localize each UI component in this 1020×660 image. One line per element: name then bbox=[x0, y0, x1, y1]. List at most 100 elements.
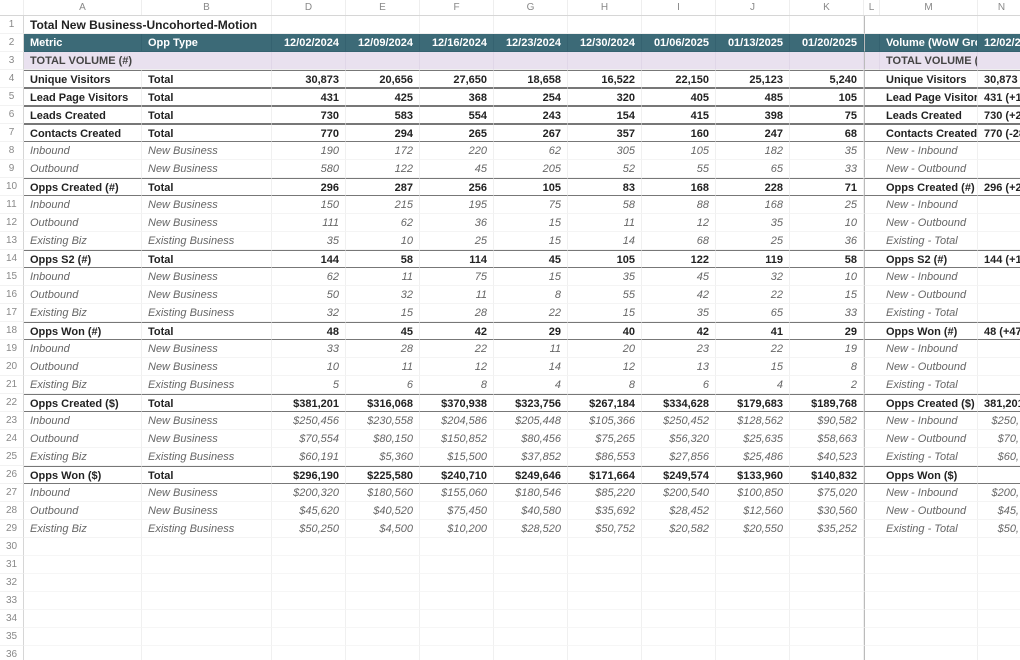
empty-cell[interactable] bbox=[978, 538, 1020, 556]
empty-cell[interactable] bbox=[346, 610, 420, 628]
value-cell[interactable]: 42 bbox=[642, 286, 716, 304]
value-cell[interactable]: $230,558 bbox=[346, 412, 420, 430]
value-cell[interactable]: $25,635 bbox=[716, 430, 790, 448]
metric-cell[interactable]: Existing Biz bbox=[24, 376, 142, 394]
value-cell[interactable]: $334,628 bbox=[642, 394, 716, 412]
right-metric-cell[interactable]: Opps S2 (#) bbox=[880, 250, 978, 268]
value-cell[interactable]: 12 bbox=[642, 214, 716, 232]
right-metric-cell[interactable]: New - Outbound bbox=[880, 430, 978, 448]
opp-type-cell[interactable]: Existing Business bbox=[142, 448, 272, 466]
value-cell[interactable]: 15 bbox=[716, 358, 790, 376]
value-cell[interactable]: $50,250 bbox=[272, 520, 346, 538]
value-cell[interactable]: 25,123 bbox=[716, 70, 790, 88]
value-cell[interactable]: 415 bbox=[642, 106, 716, 124]
metric-cell[interactable]: Contacts Created bbox=[24, 124, 142, 142]
grid-body[interactable]: Total New Business-Uncohorted-MotionMetr… bbox=[24, 16, 1020, 660]
col-header-a[interactable]: A bbox=[24, 0, 142, 15]
value-cell[interactable]: 15 bbox=[568, 304, 642, 322]
value-cell[interactable]: 35 bbox=[568, 268, 642, 286]
empty-cell[interactable] bbox=[790, 592, 864, 610]
value-cell[interactable]: 10 bbox=[790, 214, 864, 232]
row-header-35[interactable]: 35 bbox=[0, 628, 24, 646]
opp-type-cell[interactable]: New Business bbox=[142, 358, 272, 376]
value-cell[interactable]: $30,560 bbox=[790, 502, 864, 520]
value-cell[interactable]: 305 bbox=[568, 142, 642, 160]
empty-cell[interactable] bbox=[420, 538, 494, 556]
value-cell[interactable]: $28,452 bbox=[642, 502, 716, 520]
empty-cell[interactable] bbox=[420, 610, 494, 628]
value-cell[interactable]: 13 bbox=[642, 358, 716, 376]
empty-cell[interactable] bbox=[142, 610, 272, 628]
value-cell[interactable]: 45 bbox=[346, 322, 420, 340]
value-cell[interactable]: 11 bbox=[420, 286, 494, 304]
empty-cell[interactable] bbox=[494, 538, 568, 556]
empty-cell[interactable] bbox=[494, 646, 568, 660]
value-cell[interactable]: $250,456 bbox=[272, 412, 346, 430]
right-metric-cell[interactable]: Opps Won (#) bbox=[880, 322, 978, 340]
empty-cell[interactable] bbox=[716, 538, 790, 556]
row-header-4[interactable]: 4 bbox=[0, 70, 24, 88]
value-cell[interactable]: 10 bbox=[272, 358, 346, 376]
row-header-14[interactable]: 14 bbox=[0, 250, 24, 268]
value-cell[interactable]: $100,850 bbox=[716, 484, 790, 502]
value-cell[interactable]: 154 bbox=[568, 106, 642, 124]
empty-cell[interactable] bbox=[978, 610, 1020, 628]
opp-type-cell[interactable]: New Business bbox=[142, 412, 272, 430]
right-value-cell[interactable]: $250, bbox=[978, 412, 1020, 430]
value-cell[interactable]: $204,586 bbox=[420, 412, 494, 430]
right-value-cell[interactable]: 30,873 (+1159 bbox=[978, 70, 1020, 88]
metric-cell[interactable]: Existing Biz bbox=[24, 232, 142, 250]
empty-cell[interactable] bbox=[642, 628, 716, 646]
metric-cell[interactable]: Inbound bbox=[24, 484, 142, 502]
opp-type-cell[interactable]: New Business bbox=[142, 340, 272, 358]
value-cell[interactable]: $86,553 bbox=[568, 448, 642, 466]
value-cell[interactable]: 14 bbox=[568, 232, 642, 250]
metric-cell[interactable]: Existing Biz bbox=[24, 448, 142, 466]
empty-cell[interactable] bbox=[880, 628, 978, 646]
empty-cell[interactable] bbox=[790, 16, 864, 34]
value-cell[interactable]: 398 bbox=[716, 106, 790, 124]
value-cell[interactable]: $20,550 bbox=[716, 520, 790, 538]
empty-cell[interactable] bbox=[494, 610, 568, 628]
value-cell[interactable]: 18,658 bbox=[494, 70, 568, 88]
value-cell[interactable]: 55 bbox=[642, 160, 716, 178]
value-cell[interactable]: $140,832 bbox=[790, 466, 864, 484]
value-cell[interactable]: 35 bbox=[716, 214, 790, 232]
value-cell[interactable]: 32 bbox=[346, 286, 420, 304]
value-cell[interactable]: $205,448 bbox=[494, 412, 568, 430]
value-cell[interactable]: 431 bbox=[272, 88, 346, 106]
row-header-13[interactable]: 13 bbox=[0, 232, 24, 250]
value-cell[interactable]: 48 bbox=[272, 322, 346, 340]
value-cell[interactable]: 29 bbox=[494, 322, 568, 340]
opp-type-cell[interactable]: New Business bbox=[142, 502, 272, 520]
value-cell[interactable]: 8 bbox=[420, 376, 494, 394]
value-cell[interactable]: 122 bbox=[346, 160, 420, 178]
right-value-cell[interactable] bbox=[978, 142, 1020, 160]
value-cell[interactable]: 42 bbox=[420, 322, 494, 340]
value-cell[interactable]: $171,664 bbox=[568, 466, 642, 484]
value-cell[interactable]: 15 bbox=[790, 286, 864, 304]
metric-cell[interactable]: Existing Biz bbox=[24, 520, 142, 538]
empty-cell[interactable] bbox=[346, 538, 420, 556]
value-cell[interactable]: 11 bbox=[346, 268, 420, 286]
opp-type-cell[interactable]: Total bbox=[142, 88, 272, 106]
row-header-28[interactable]: 28 bbox=[0, 502, 24, 520]
opp-type-cell[interactable]: Existing Business bbox=[142, 304, 272, 322]
empty-cell[interactable] bbox=[880, 646, 978, 660]
empty-cell[interactable] bbox=[642, 592, 716, 610]
value-cell[interactable]: 190 bbox=[272, 142, 346, 160]
empty-cell[interactable] bbox=[716, 610, 790, 628]
value-cell[interactable]: 75 bbox=[790, 106, 864, 124]
opp-type-cell[interactable]: New Business bbox=[142, 142, 272, 160]
value-cell[interactable]: 256 bbox=[420, 178, 494, 196]
right-value-cell[interactable]: 431 (+1005 bbox=[978, 88, 1020, 106]
right-metric-cell[interactable]: Opps Won ($) bbox=[880, 466, 978, 484]
empty-cell[interactable] bbox=[24, 628, 142, 646]
empty-cell[interactable] bbox=[716, 16, 790, 34]
empty-cell[interactable] bbox=[24, 556, 142, 574]
value-cell[interactable]: 144 bbox=[272, 250, 346, 268]
value-cell[interactable]: $180,560 bbox=[346, 484, 420, 502]
value-cell[interactable]: 40 bbox=[568, 322, 642, 340]
value-cell[interactable]: 45 bbox=[420, 160, 494, 178]
empty-cell[interactable] bbox=[642, 610, 716, 628]
